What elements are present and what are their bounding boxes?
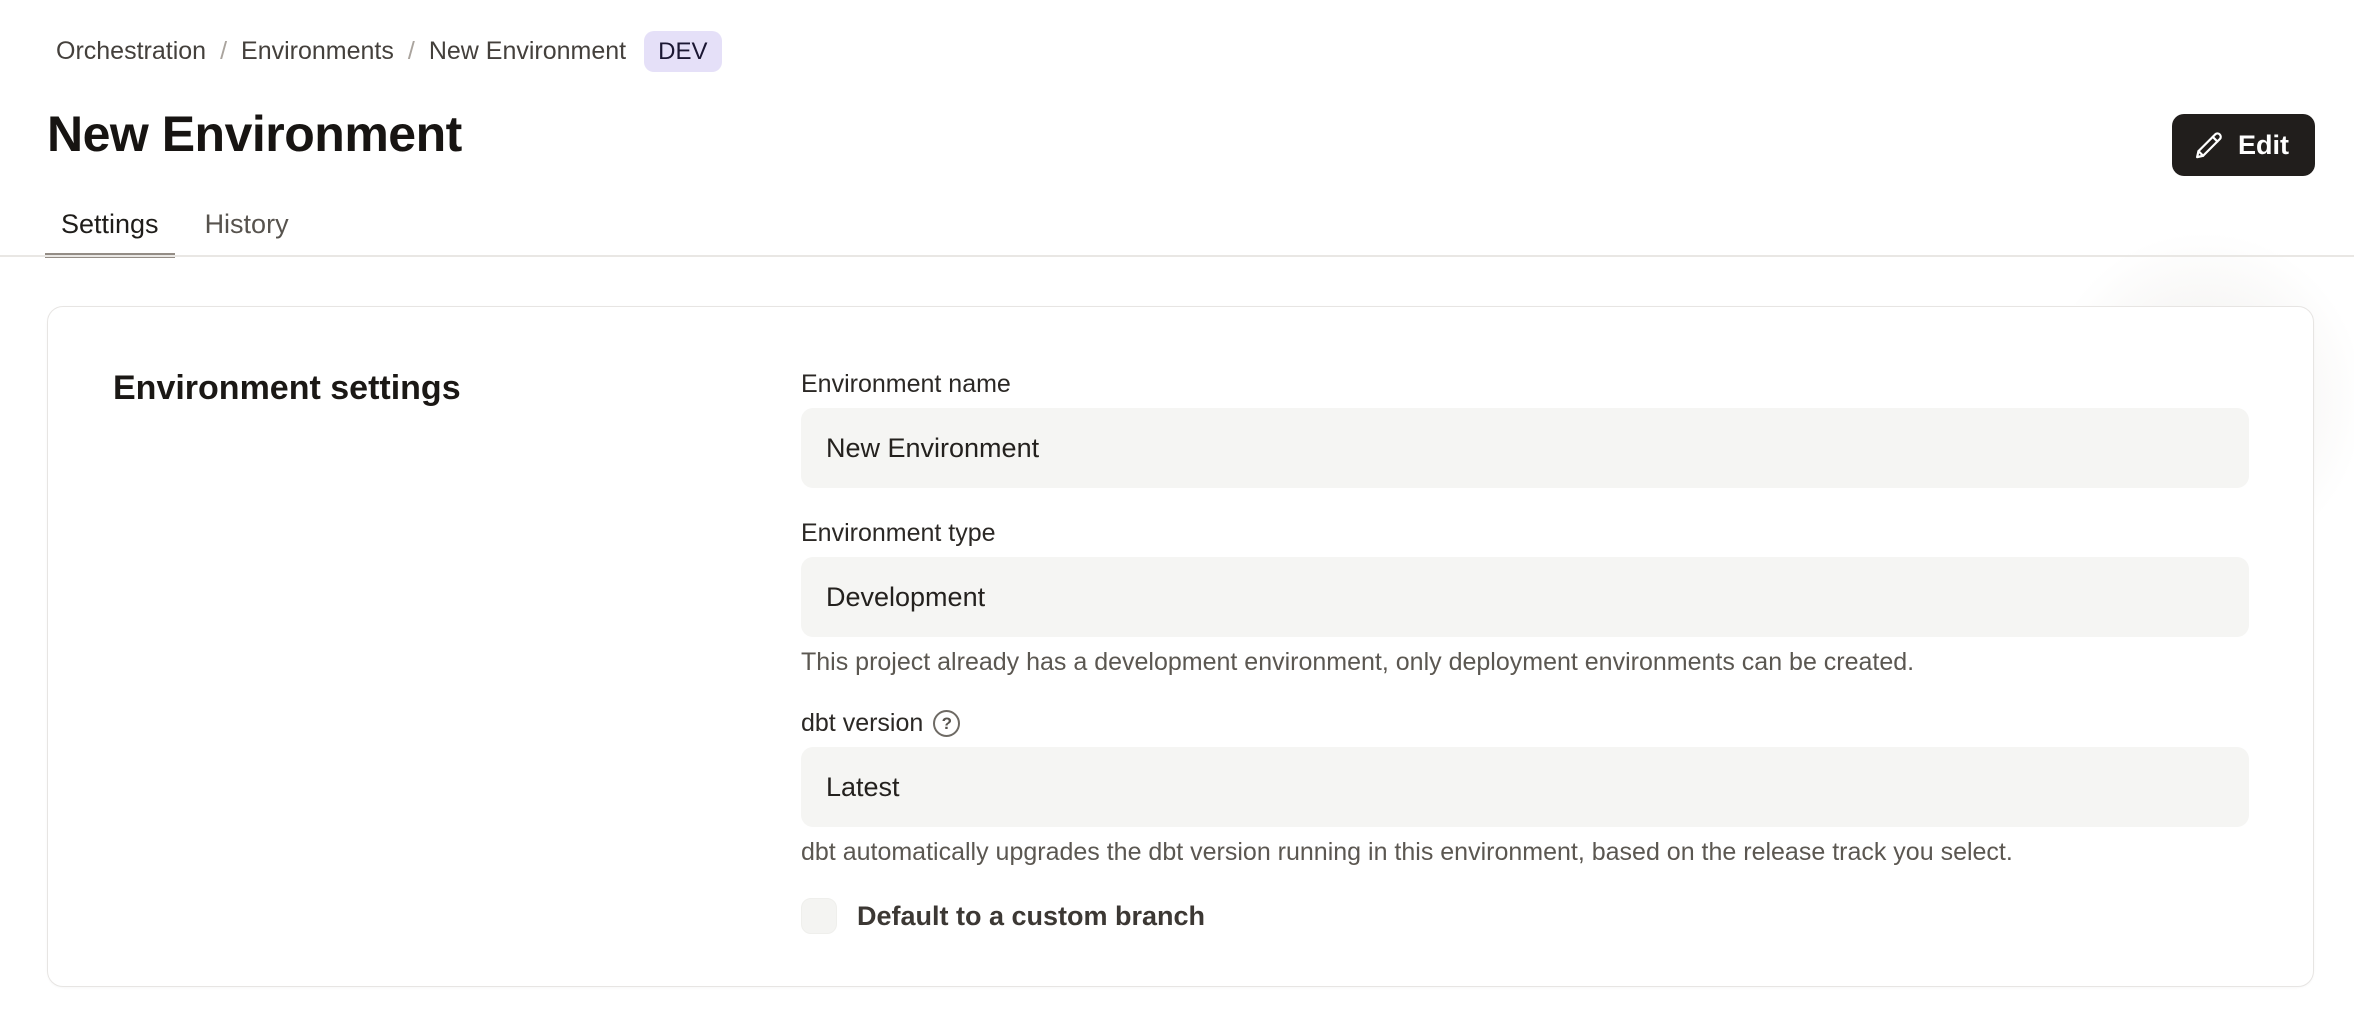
dbt-version-input[interactable]: Latest: [801, 747, 2249, 827]
environment-settings-form: Environment name New Environment Environ…: [801, 369, 2249, 934]
dbt-version-helper-text: dbt automatically upgrades the dbt versi…: [801, 837, 2249, 868]
breadcrumb-item-orchestration[interactable]: Orchestration: [56, 37, 206, 66]
edit-button-label: Edit: [2238, 130, 2289, 161]
environment-type-input[interactable]: Development: [801, 557, 2249, 637]
environment-type-value: Development: [826, 582, 985, 613]
edit-button[interactable]: Edit: [2172, 114, 2315, 176]
dbt-version-label: dbt version ?: [801, 708, 2249, 739]
environment-name-value: New Environment: [826, 433, 1039, 464]
environment-type-helper-text: This project already has a development e…: [801, 647, 2249, 678]
tab-settings[interactable]: Settings: [45, 196, 175, 258]
card-heading: Environment settings: [113, 369, 461, 408]
help-icon[interactable]: ?: [933, 710, 960, 737]
custom-branch-checkbox[interactable]: [801, 898, 837, 934]
environment-name-input[interactable]: New Environment: [801, 408, 2249, 488]
environment-name-label: Environment name: [801, 369, 2249, 400]
dbt-version-value: Latest: [826, 772, 900, 803]
breadcrumb-item-environments[interactable]: Environments: [241, 37, 394, 66]
tab-bar: Settings History: [45, 196, 305, 258]
custom-branch-label: Default to a custom branch: [857, 901, 1205, 932]
breadcrumb-separator: /: [220, 37, 227, 66]
environment-settings-card: Environment settings Environment name Ne…: [47, 306, 2314, 987]
dbt-version-field: dbt version ? Latest dbt automatically u…: [801, 708, 2249, 868]
environment-dev-badge: DEV: [644, 31, 721, 72]
environment-type-label: Environment type: [801, 518, 2249, 549]
pencil-icon: [2194, 130, 2224, 160]
breadcrumb-separator: /: [408, 37, 415, 66]
page-title: New Environment: [47, 105, 462, 163]
breadcrumb-item-new-environment[interactable]: New Environment: [429, 37, 626, 66]
environment-name-field: Environment name New Environment: [801, 369, 2249, 488]
tab-history[interactable]: History: [189, 196, 305, 258]
tabs-divider: [0, 255, 2354, 257]
custom-branch-row: Default to a custom branch: [801, 898, 2249, 934]
environment-type-field: Environment type Development This projec…: [801, 518, 2249, 678]
breadcrumb: Orchestration / Environments / New Envir…: [56, 30, 722, 72]
